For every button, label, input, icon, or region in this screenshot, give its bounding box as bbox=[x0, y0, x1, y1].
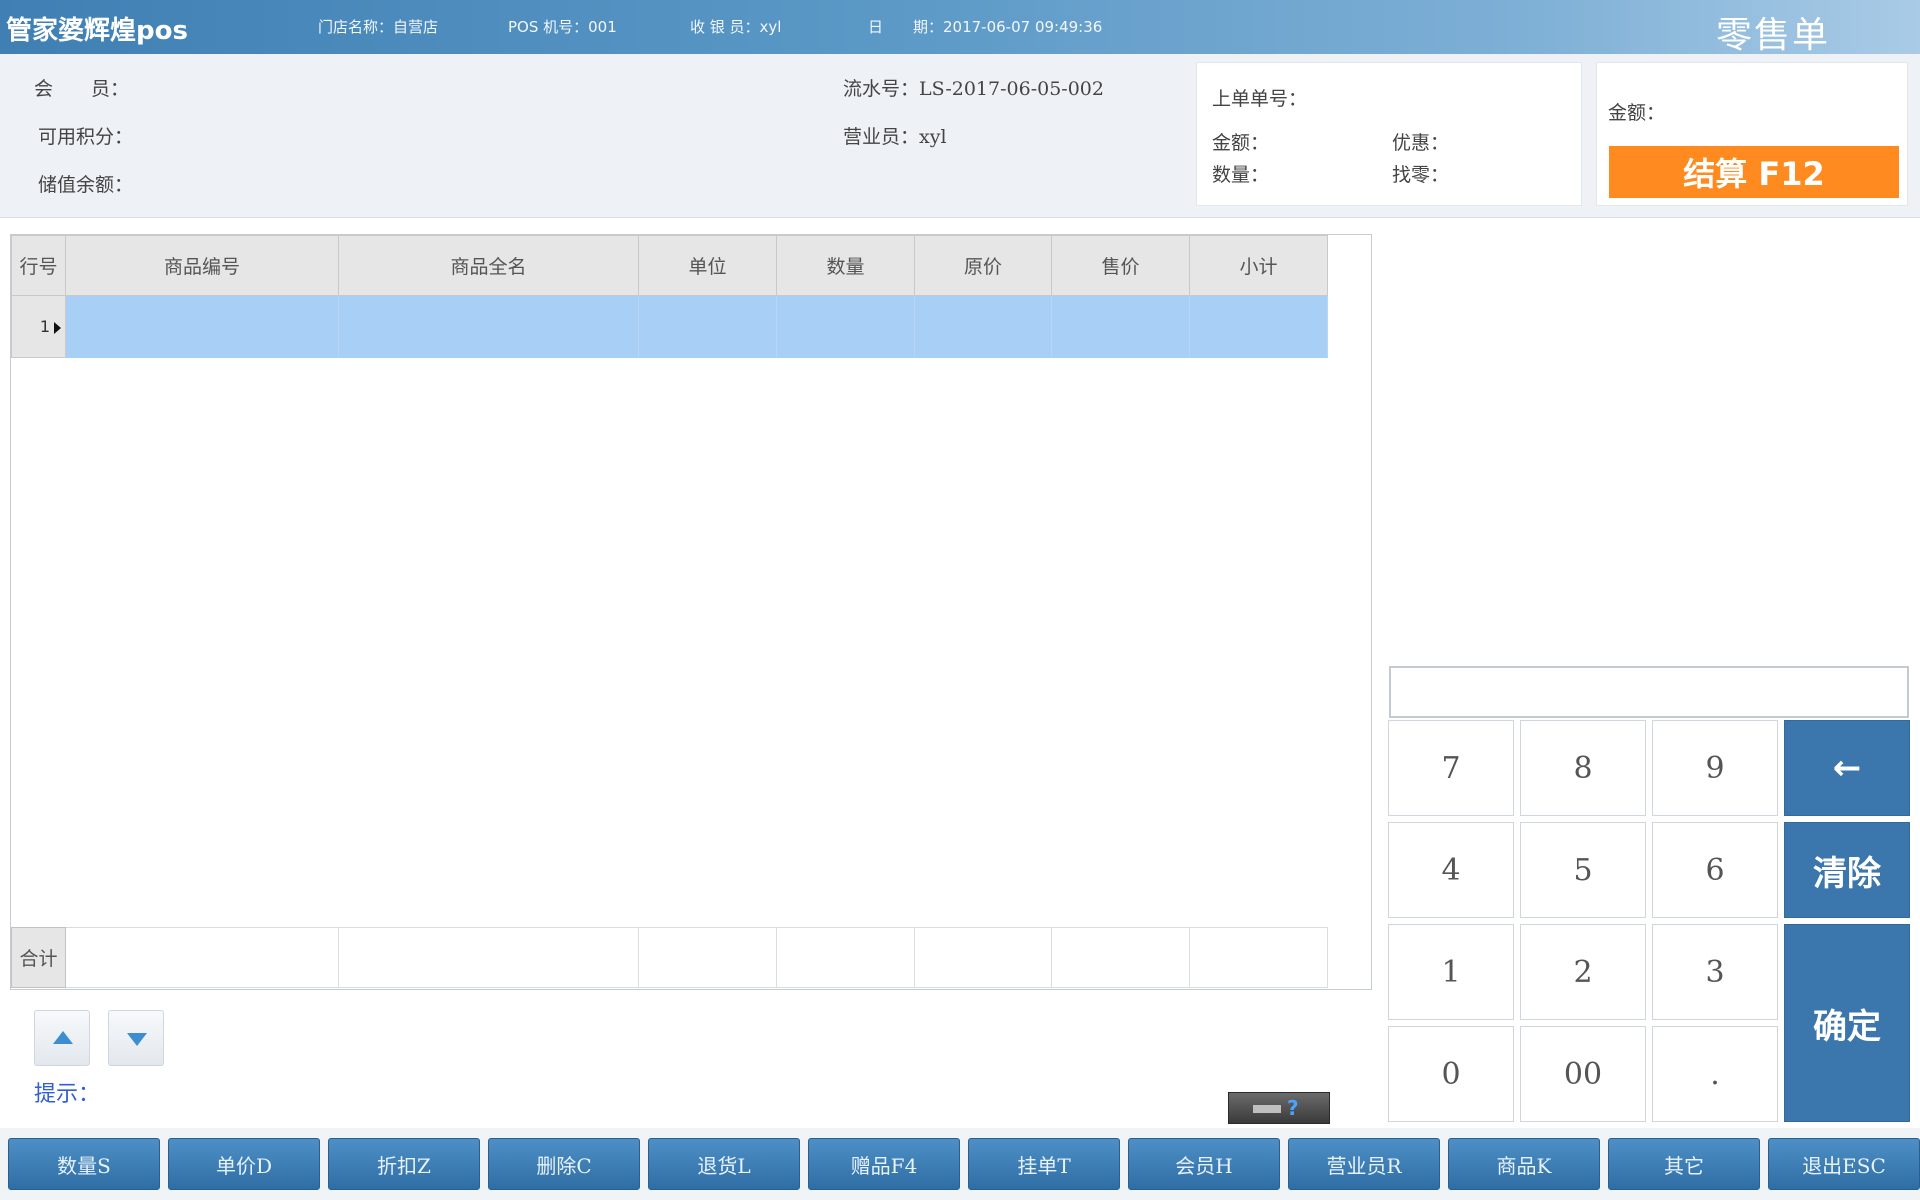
exit-button[interactable]: 退出ESC bbox=[1768, 1138, 1920, 1190]
hold-order-button[interactable]: 挂单T bbox=[968, 1138, 1120, 1190]
key-2[interactable]: 2 bbox=[1520, 924, 1646, 1020]
key-5[interactable]: 5 bbox=[1520, 822, 1646, 918]
arrow-up-icon bbox=[53, 1031, 73, 1044]
grid-header-row: 行号 商品编号 商品全名 单位 数量 原价 售价 小计 bbox=[11, 235, 1328, 296]
total-subtotal bbox=[1189, 927, 1328, 988]
member-button[interactable]: 会员H bbox=[1128, 1138, 1280, 1190]
key-4[interactable]: 4 bbox=[1388, 822, 1514, 918]
pos-number: POS 机号：001 bbox=[508, 18, 617, 36]
last-amount-label: 金额： bbox=[1212, 132, 1270, 154]
backspace-button[interactable]: ← bbox=[1784, 720, 1910, 816]
points-label: 可用积分： bbox=[38, 126, 134, 148]
last-order-label: 上单单号： bbox=[1212, 88, 1308, 110]
store-name: 门店名称：自营店 bbox=[318, 18, 439, 36]
key-1[interactable]: 1 bbox=[1388, 924, 1514, 1020]
confirm-button[interactable]: 确定 bbox=[1784, 924, 1910, 1122]
total-qty bbox=[776, 927, 915, 988]
key-8[interactable]: 8 bbox=[1520, 720, 1646, 816]
current-row-indicator-icon bbox=[54, 321, 61, 334]
settle-button[interactable]: 结算 F12 bbox=[1609, 146, 1899, 198]
discount-button[interactable]: 折扣Z bbox=[328, 1138, 480, 1190]
total-label: 合计 bbox=[11, 927, 66, 988]
key-dot[interactable]: . bbox=[1652, 1026, 1778, 1122]
last-change-label: 找零： bbox=[1392, 164, 1450, 186]
key-00[interactable]: 00 bbox=[1520, 1026, 1646, 1122]
col-subtotal[interactable]: 小计 bbox=[1189, 235, 1328, 296]
function-bar: 数量S 单价D 折扣Z 删除C 退货L 赠品F4 挂单T 会员H 营业员R 商品… bbox=[0, 1128, 1920, 1200]
total-row: 合计 bbox=[11, 927, 1328, 988]
form-title: 零售单 bbox=[1715, 15, 1830, 56]
cashier-name: 收 银 员：xyl bbox=[690, 18, 782, 36]
salesperson-button[interactable]: 营业员R bbox=[1288, 1138, 1440, 1190]
col-unit[interactable]: 单位 bbox=[638, 235, 777, 296]
cell-price[interactable] bbox=[1051, 295, 1190, 358]
salesperson: 营业员：xyl bbox=[843, 126, 947, 148]
key-6[interactable]: 6 bbox=[1652, 822, 1778, 918]
delete-button[interactable]: 删除C bbox=[488, 1138, 640, 1190]
clear-button[interactable]: 清除 bbox=[1784, 822, 1910, 918]
col-qty[interactable]: 数量 bbox=[776, 235, 915, 296]
serial-number: 流水号：LS-2017-06-05-002 bbox=[843, 78, 1104, 100]
app-name: 管家婆辉煌pos bbox=[6, 16, 188, 46]
key-0[interactable]: 0 bbox=[1388, 1026, 1514, 1122]
col-price[interactable]: 售价 bbox=[1051, 235, 1190, 296]
cell-unit[interactable] bbox=[638, 295, 777, 358]
input-method-tray[interactable]: ? bbox=[1228, 1092, 1330, 1124]
total-unit bbox=[638, 927, 777, 988]
scroll-down-button[interactable] bbox=[108, 1010, 164, 1066]
gift-button[interactable]: 赠品F4 bbox=[808, 1138, 960, 1190]
cell-name[interactable] bbox=[338, 295, 639, 358]
total-code bbox=[65, 927, 339, 988]
hint-label: 提示： bbox=[34, 1082, 101, 1107]
cell-orig-price[interactable] bbox=[914, 295, 1052, 358]
item-grid: 行号 商品编号 商品全名 单位 数量 原价 售价 小计 1 合计 bbox=[10, 234, 1372, 990]
member-label: 会 员： bbox=[34, 78, 130, 100]
amount-label: 金额： bbox=[1608, 102, 1666, 124]
col-row-no[interactable]: 行号 bbox=[11, 235, 66, 296]
pos-window: 管家婆辉煌pos 门店名称：自营店 POS 机号：001 收 银 员：xyl 日… bbox=[0, 0, 1920, 1200]
col-code[interactable]: 商品编号 bbox=[65, 235, 339, 296]
keypad-input[interactable] bbox=[1389, 666, 1909, 718]
total-orig-price bbox=[914, 927, 1052, 988]
datetime: 日 期：2017-06-07 09:49:36 bbox=[868, 18, 1103, 36]
return-button[interactable]: 退货L bbox=[648, 1138, 800, 1190]
product-button[interactable]: 商品K bbox=[1448, 1138, 1600, 1190]
total-name bbox=[338, 927, 639, 988]
col-name[interactable]: 商品全名 bbox=[338, 235, 639, 296]
quantity-button[interactable]: 数量S bbox=[8, 1138, 160, 1190]
arrow-down-icon bbox=[127, 1033, 147, 1046]
key-7[interactable]: 7 bbox=[1388, 720, 1514, 816]
title-bar: 管家婆辉煌pos 门店名称：自营店 POS 机号：001 收 银 员：xyl 日… bbox=[0, 0, 1920, 56]
cell-qty[interactable] bbox=[776, 295, 915, 358]
scroll-up-button[interactable] bbox=[34, 1010, 90, 1066]
keyboard-icon bbox=[1253, 1105, 1281, 1113]
item-table: 行号 商品编号 商品全名 单位 数量 原价 售价 小计 1 bbox=[11, 235, 1328, 358]
last-discount-label: 优惠： bbox=[1392, 132, 1450, 154]
table-row[interactable]: 1 bbox=[11, 295, 1328, 358]
row-number: 1 bbox=[39, 317, 50, 336]
last-qty-label: 数量： bbox=[1212, 164, 1270, 186]
other-button[interactable]: 其它 bbox=[1608, 1138, 1760, 1190]
cell-code[interactable] bbox=[65, 295, 339, 358]
stored-balance-label: 储值余额： bbox=[38, 174, 134, 196]
numeric-keypad: 7 8 9 ← 4 5 6 清除 1 2 3 确定 0 00 . bbox=[1388, 720, 1910, 1124]
key-9[interactable]: 9 bbox=[1652, 720, 1778, 816]
total-price bbox=[1051, 927, 1190, 988]
col-orig-price[interactable]: 原价 bbox=[914, 235, 1052, 296]
help-icon[interactable]: ? bbox=[1287, 1096, 1299, 1120]
unit-price-button[interactable]: 单价D bbox=[168, 1138, 320, 1190]
key-3[interactable]: 3 bbox=[1652, 924, 1778, 1020]
row-number-cell[interactable]: 1 bbox=[11, 295, 66, 358]
cell-subtotal[interactable] bbox=[1189, 295, 1328, 358]
